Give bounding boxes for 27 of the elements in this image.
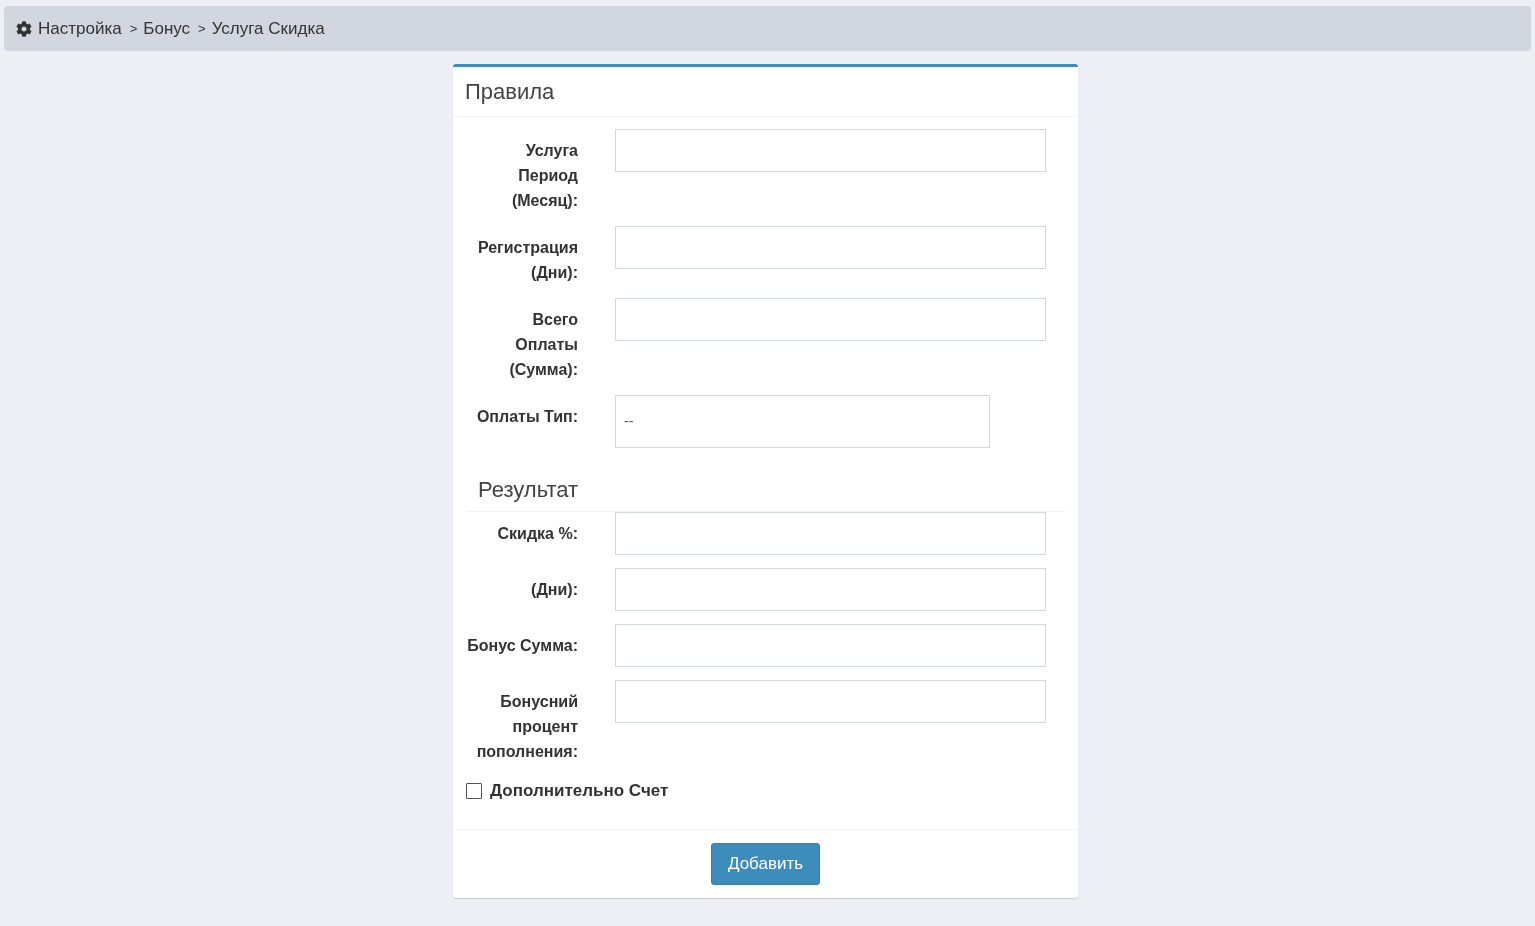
input-field[interactable] xyxy=(615,512,1046,555)
input-field[interactable] xyxy=(615,129,1046,172)
add-button[interactable]: Добавить xyxy=(711,842,820,885)
input-field[interactable] xyxy=(615,624,1046,667)
input-field[interactable] xyxy=(615,226,1046,269)
field-label: Оплаты Тип: xyxy=(475,407,578,427)
field-label: (Дни): xyxy=(530,580,578,600)
input-field[interactable] xyxy=(615,568,1046,611)
field-label: Регистрация (Дни): xyxy=(476,238,578,283)
input-field[interactable] xyxy=(615,298,1046,341)
field-label: Бонус Сумма: xyxy=(466,636,578,656)
checkbox[interactable] xyxy=(466,782,482,799)
card-title: Правила xyxy=(465,78,555,106)
breadcrumb-separator: > xyxy=(198,19,206,38)
input-field[interactable] xyxy=(615,680,1046,723)
settings-icon xyxy=(16,20,32,37)
field-label: Скидка %: xyxy=(496,524,578,544)
checkbox-label: Дополнительно Счет xyxy=(490,780,669,802)
breadcrumb-link[interactable]: Услуга Скидка xyxy=(211,15,325,42)
field-label: Бонусний процент пополнения: xyxy=(475,692,578,762)
field-label: Услуга Период (Месяц): xyxy=(510,141,578,211)
field-label: Всего Оплаты (Сумма): xyxy=(508,310,578,380)
section-title: Результат xyxy=(478,476,579,504)
breadcrumb-link[interactable]: Настройка xyxy=(38,15,122,42)
breadcrumb-link[interactable]: Бонус xyxy=(143,15,191,42)
breadcrumb-separator: > xyxy=(129,19,138,38)
select-field[interactable]: -- xyxy=(615,395,990,448)
